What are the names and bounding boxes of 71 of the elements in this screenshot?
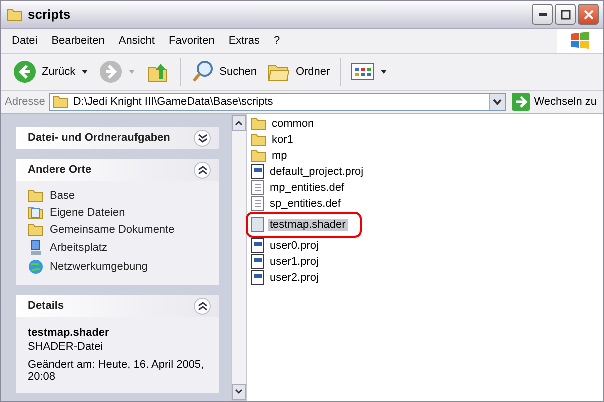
scroll-down-icon[interactable] [235, 389, 243, 395]
menu-item[interactable]: ? [267, 35, 288, 47]
dropdown-button[interactable] [489, 94, 506, 110]
detail-modified-date: Geändert am: Heute, 16. April 2005, 20:08 [28, 359, 206, 383]
file-name[interactable]: mp [270, 150, 290, 162]
menu-item[interactable]: Datei [5, 35, 45, 47]
collapse-chevron-icon[interactable] [194, 130, 211, 146]
minimize-button[interactable] [532, 4, 553, 25]
file-name[interactable]: sp_entities.def [268, 198, 343, 210]
minimize-icon [538, 13, 546, 16]
folder-icon [28, 223, 44, 237]
menu-item[interactable]: Ansicht [112, 35, 162, 47]
file-name[interactable]: user1.proj [268, 256, 321, 268]
collapse-chevron-icon[interactable] [194, 298, 211, 314]
close-icon [584, 10, 594, 20]
panel-title[interactable]: Details [28, 300, 64, 312]
globe-icon [28, 259, 44, 275]
documents-folder-icon [28, 206, 44, 220]
place-link[interactable]: Arbeitsplatz [50, 242, 108, 254]
place-link[interactable]: Netzwerkumgebung [50, 261, 148, 273]
project-file-icon [251, 164, 265, 180]
file-name[interactable]: mp_entities.def [268, 182, 347, 194]
maximize-button[interactable] [555, 4, 576, 25]
folders-button[interactable]: Ordner [262, 59, 334, 85]
collapse-chevron-icon[interactable] [194, 162, 211, 178]
place-link[interactable]: Base [50, 190, 76, 202]
folder-icon [251, 117, 267, 131]
window-title: scripts [28, 7, 72, 22]
scrollbar[interactable] [231, 114, 247, 401]
address-field[interactable]: D:\Jedi Knight III\GameData\Base\scripts [49, 93, 506, 111]
file-name[interactable]: user2.proj [268, 272, 321, 284]
file-name[interactable]: kor1 [270, 134, 296, 146]
project-file-icon [251, 238, 265, 254]
views-icon [351, 62, 376, 82]
text-file-icon [251, 180, 265, 196]
menu-item[interactable]: Bearbeiten [44, 35, 112, 47]
folder-icon [53, 95, 70, 109]
place-link[interactable]: Gemeinsame Dokumente [50, 224, 175, 236]
file-name[interactable]: user0.proj [268, 240, 321, 252]
place-link[interactable]: Eigene Dateien [50, 207, 126, 219]
text-file-icon [251, 196, 265, 212]
go-button[interactable]: Wechseln zu [510, 93, 599, 111]
file-name[interactable]: common [270, 118, 316, 130]
go-arrow-icon [512, 93, 530, 111]
folder-icon [28, 189, 44, 203]
search-icon [190, 60, 215, 84]
menu-item[interactable]: Extras [222, 35, 268, 47]
computer-icon [28, 240, 44, 256]
search-button[interactable]: Suchen [186, 58, 261, 86]
file-icon [251, 217, 265, 233]
folder-icon [251, 149, 267, 163]
panel-title[interactable]: Andere Orte [28, 164, 92, 176]
address-label: Adresse [5, 96, 46, 108]
detail-filename: testmap.shader [28, 327, 110, 339]
folder-icon [251, 133, 267, 147]
scroll-up-icon[interactable] [235, 120, 243, 126]
folder-icon [7, 8, 23, 22]
file-name[interactable]: testmap.shader [268, 219, 348, 231]
dropdown-caret-icon [80, 69, 89, 75]
menu-item[interactable]: Favoriten [162, 35, 222, 47]
maximize-icon [560, 10, 570, 20]
detail-filetype: SHADER-Datei [28, 341, 104, 353]
flag-logo-icon [569, 31, 591, 51]
project-file-icon [251, 254, 265, 270]
back-button[interactable]: Zurück [9, 58, 93, 86]
dropdown-caret-icon [128, 69, 136, 75]
close-button[interactable] [578, 4, 599, 25]
file-name[interactable]: default_project.proj [268, 166, 366, 178]
project-file-icon [251, 270, 265, 286]
chevron-down-icon [493, 99, 502, 105]
dropdown-caret-icon [380, 69, 388, 75]
